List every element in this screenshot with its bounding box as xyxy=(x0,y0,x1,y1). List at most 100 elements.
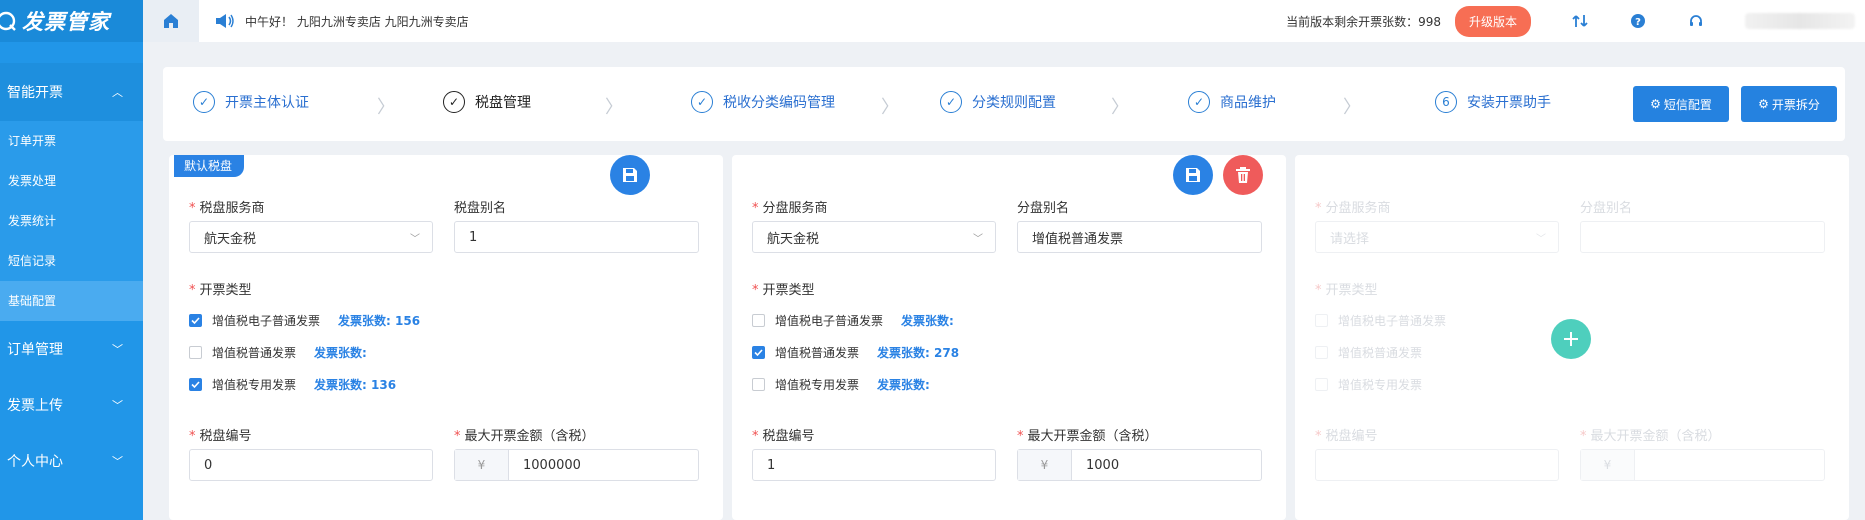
max-amount-input[interactable]: ¥ 1000 xyxy=(1017,449,1262,481)
menu-item-invoice-stats[interactable]: 发票统计 xyxy=(0,201,143,241)
chevron-right-icon: 〉 xyxy=(1111,97,1129,118)
button-label: 短信配置 xyxy=(1663,97,1712,112)
check-circle-icon: ✓ xyxy=(940,91,962,113)
plus-icon xyxy=(1564,332,1578,346)
provider-label: * 分盘服务商 xyxy=(1315,201,1391,216)
save-button[interactable] xyxy=(1173,155,1213,195)
invoice-count: 发票张数: xyxy=(877,378,930,392)
menu-group-label: 智能开票 xyxy=(7,85,63,101)
step-install-assistant[interactable]: 6 安装开票助手 xyxy=(1435,91,1551,113)
step-tax-code-management[interactable]: ✓ 税收分类编码管理 xyxy=(691,91,835,113)
max-amount-input[interactable]: ¥ xyxy=(1580,449,1825,481)
menu-item-invoice-processing[interactable]: 发票处理 xyxy=(0,161,143,201)
menu-group-label: 个人中心 xyxy=(7,454,63,470)
max-amount-input[interactable]: ¥ 1000000 xyxy=(454,449,699,481)
add-tax-disk-button[interactable] xyxy=(1551,319,1591,359)
step-label: 税盘管理 xyxy=(475,95,531,111)
gear-icon: ⚙ xyxy=(1758,97,1769,111)
step-tax-disk-management[interactable]: ✓ 税盘管理 xyxy=(443,91,531,113)
option-label: 增值税普通发票 xyxy=(775,346,860,360)
menu-group-personal-center[interactable]: 个人中心 ﹀ xyxy=(0,433,143,489)
upgrade-button[interactable]: 升级版本 xyxy=(1454,5,1531,37)
checkbox[interactable] xyxy=(1315,346,1328,359)
checkbox-checked[interactable] xyxy=(752,346,765,359)
menu-group-smart-invoice[interactable]: 智能开票 ︿ xyxy=(0,63,143,121)
help-icon[interactable]: ? xyxy=(1629,12,1647,30)
alias-label: 税盘别名 xyxy=(454,201,507,216)
switch-icon[interactable] xyxy=(1571,12,1589,30)
invoice-type-option[interactable]: 增值税电子普通发票 发票张数: xyxy=(752,312,954,329)
checkbox[interactable] xyxy=(189,346,202,359)
checkbox[interactable] xyxy=(752,378,765,391)
invoice-count: 发票张数: 278 xyxy=(877,346,960,360)
provider-select[interactable]: 航天金税 ﹀ xyxy=(752,221,996,253)
alias-input[interactable]: 增值税普通发票 xyxy=(1017,221,1262,253)
gear-icon: ⚙ xyxy=(1650,97,1661,111)
max-amount-label: * 最大开票金额（含税） xyxy=(1017,429,1158,444)
select-value: 航天金税 xyxy=(767,231,820,247)
tax-disk-number-input[interactable]: 0 xyxy=(189,449,433,481)
step-entity-auth[interactable]: ✓ 开票主体认证 xyxy=(193,91,309,113)
invoice-type-option[interactable]: 增值税普通发票 发票张数: 278 xyxy=(752,344,959,361)
checkbox[interactable] xyxy=(1315,314,1328,327)
menu-group-label: 订单管理 xyxy=(7,342,63,358)
step-product-maintenance[interactable]: ✓ 商品维护 xyxy=(1188,91,1276,113)
input-value: 1000000 xyxy=(523,457,581,473)
tax-disk-number-input[interactable] xyxy=(1315,449,1559,481)
sms-config-button[interactable]: ⚙ 短信配置 xyxy=(1633,86,1729,122)
invoice-type-option[interactable]: 增值税普通发票 xyxy=(1315,344,1422,361)
headset-icon[interactable] xyxy=(1687,12,1705,30)
invoice-type-option[interactable]: 增值税电子普通发票 发票张数: 156 xyxy=(189,312,420,329)
default-tax-disk-tag: 默认税盘 xyxy=(174,155,245,177)
greeting-text: 中午好！ 九阳九洲专卖店 九阳九洲专卖店 xyxy=(245,14,469,29)
trash-icon xyxy=(1236,167,1250,183)
invoice-type-label: * 开票类型 xyxy=(189,283,252,298)
option-label: 增值税电子普通发票 xyxy=(775,314,884,328)
setup-steps: ✓ 开票主体认证 〉 ✓ 税盘管理 〉 ✓ 税收分类编码管理 〉 ✓ 分类规则配… xyxy=(163,67,1845,141)
menu-item-order-invoice[interactable]: 订单开票 xyxy=(0,121,143,161)
check-circle-icon: ✓ xyxy=(1188,91,1210,113)
alias-label: 分盘别名 xyxy=(1580,201,1633,216)
app-name: 发票管家 xyxy=(22,9,110,34)
invoice-type-option[interactable]: 增值税专用发票 发票张数: xyxy=(752,376,930,393)
menu-group-invoice-upload[interactable]: 发票上传 ﹀ xyxy=(0,377,143,433)
provider-label: * 税盘服务商 xyxy=(189,201,265,216)
alias-input[interactable] xyxy=(1580,221,1825,253)
remaining-label: 当前版本剩余开票张数： xyxy=(1286,14,1419,29)
invoice-count: 发票张数: 156 xyxy=(338,314,421,328)
tax-disk-number-input[interactable]: 1 xyxy=(752,449,996,481)
chevron-down-icon: ﹀ xyxy=(1536,234,1546,245)
alias-input[interactable]: 1 xyxy=(454,221,699,253)
currency-prefix: ¥ xyxy=(1581,450,1635,480)
menu-item-sms-records[interactable]: 短信记录 xyxy=(0,241,143,281)
checkbox-checked[interactable] xyxy=(189,314,202,327)
invoice-type-option[interactable]: 增值税专用发票 xyxy=(1315,376,1422,393)
top-bar: 中午好！ 九阳九洲专卖店 九阳九洲专卖店 当前版本剩余开票张数：998 升级版本… xyxy=(143,0,1865,42)
invoice-count: 发票张数: xyxy=(901,314,954,328)
delete-button[interactable] xyxy=(1223,155,1263,195)
step-label: 税收分类编码管理 xyxy=(723,95,835,111)
home-button[interactable] xyxy=(143,0,199,42)
step-rule-config[interactable]: ✓ 分类规则配置 xyxy=(940,91,1056,113)
svg-text:?: ? xyxy=(1635,17,1641,28)
invoice-type-option[interactable]: 增值税电子普通发票 xyxy=(1315,312,1446,329)
option-label: 增值税电子普通发票 xyxy=(212,314,321,328)
split-invoice-button[interactable]: ⚙ 开票拆分 xyxy=(1741,86,1837,122)
speaker-icon xyxy=(216,14,234,28)
app-logo[interactable]: 发票管家 xyxy=(0,0,143,42)
save-button[interactable] xyxy=(610,155,650,195)
button-label: 开票拆分 xyxy=(1771,97,1820,112)
provider-select[interactable]: 航天金税 ﹀ xyxy=(189,221,433,253)
option-label: 增值税电子普通发票 xyxy=(1338,314,1447,328)
user-account[interactable] xyxy=(1745,13,1855,29)
provider-select[interactable]: 请选择 ﹀ xyxy=(1315,221,1559,253)
invoice-type-option[interactable]: 增值税专用发票 发票张数: 136 xyxy=(189,376,396,393)
menu-group-order-management[interactable]: 订单管理 ﹀ xyxy=(0,321,143,377)
option-label: 增值税普通发票 xyxy=(212,346,297,360)
invoice-type-option[interactable]: 增值税普通发票 发票张数: xyxy=(189,344,367,361)
menu-item-basic-config[interactable]: 基础配置 xyxy=(0,281,143,321)
checkbox[interactable] xyxy=(1315,378,1328,391)
invoice-count: 发票张数: xyxy=(314,346,367,360)
checkbox-checked[interactable] xyxy=(189,378,202,391)
checkbox[interactable] xyxy=(752,314,765,327)
